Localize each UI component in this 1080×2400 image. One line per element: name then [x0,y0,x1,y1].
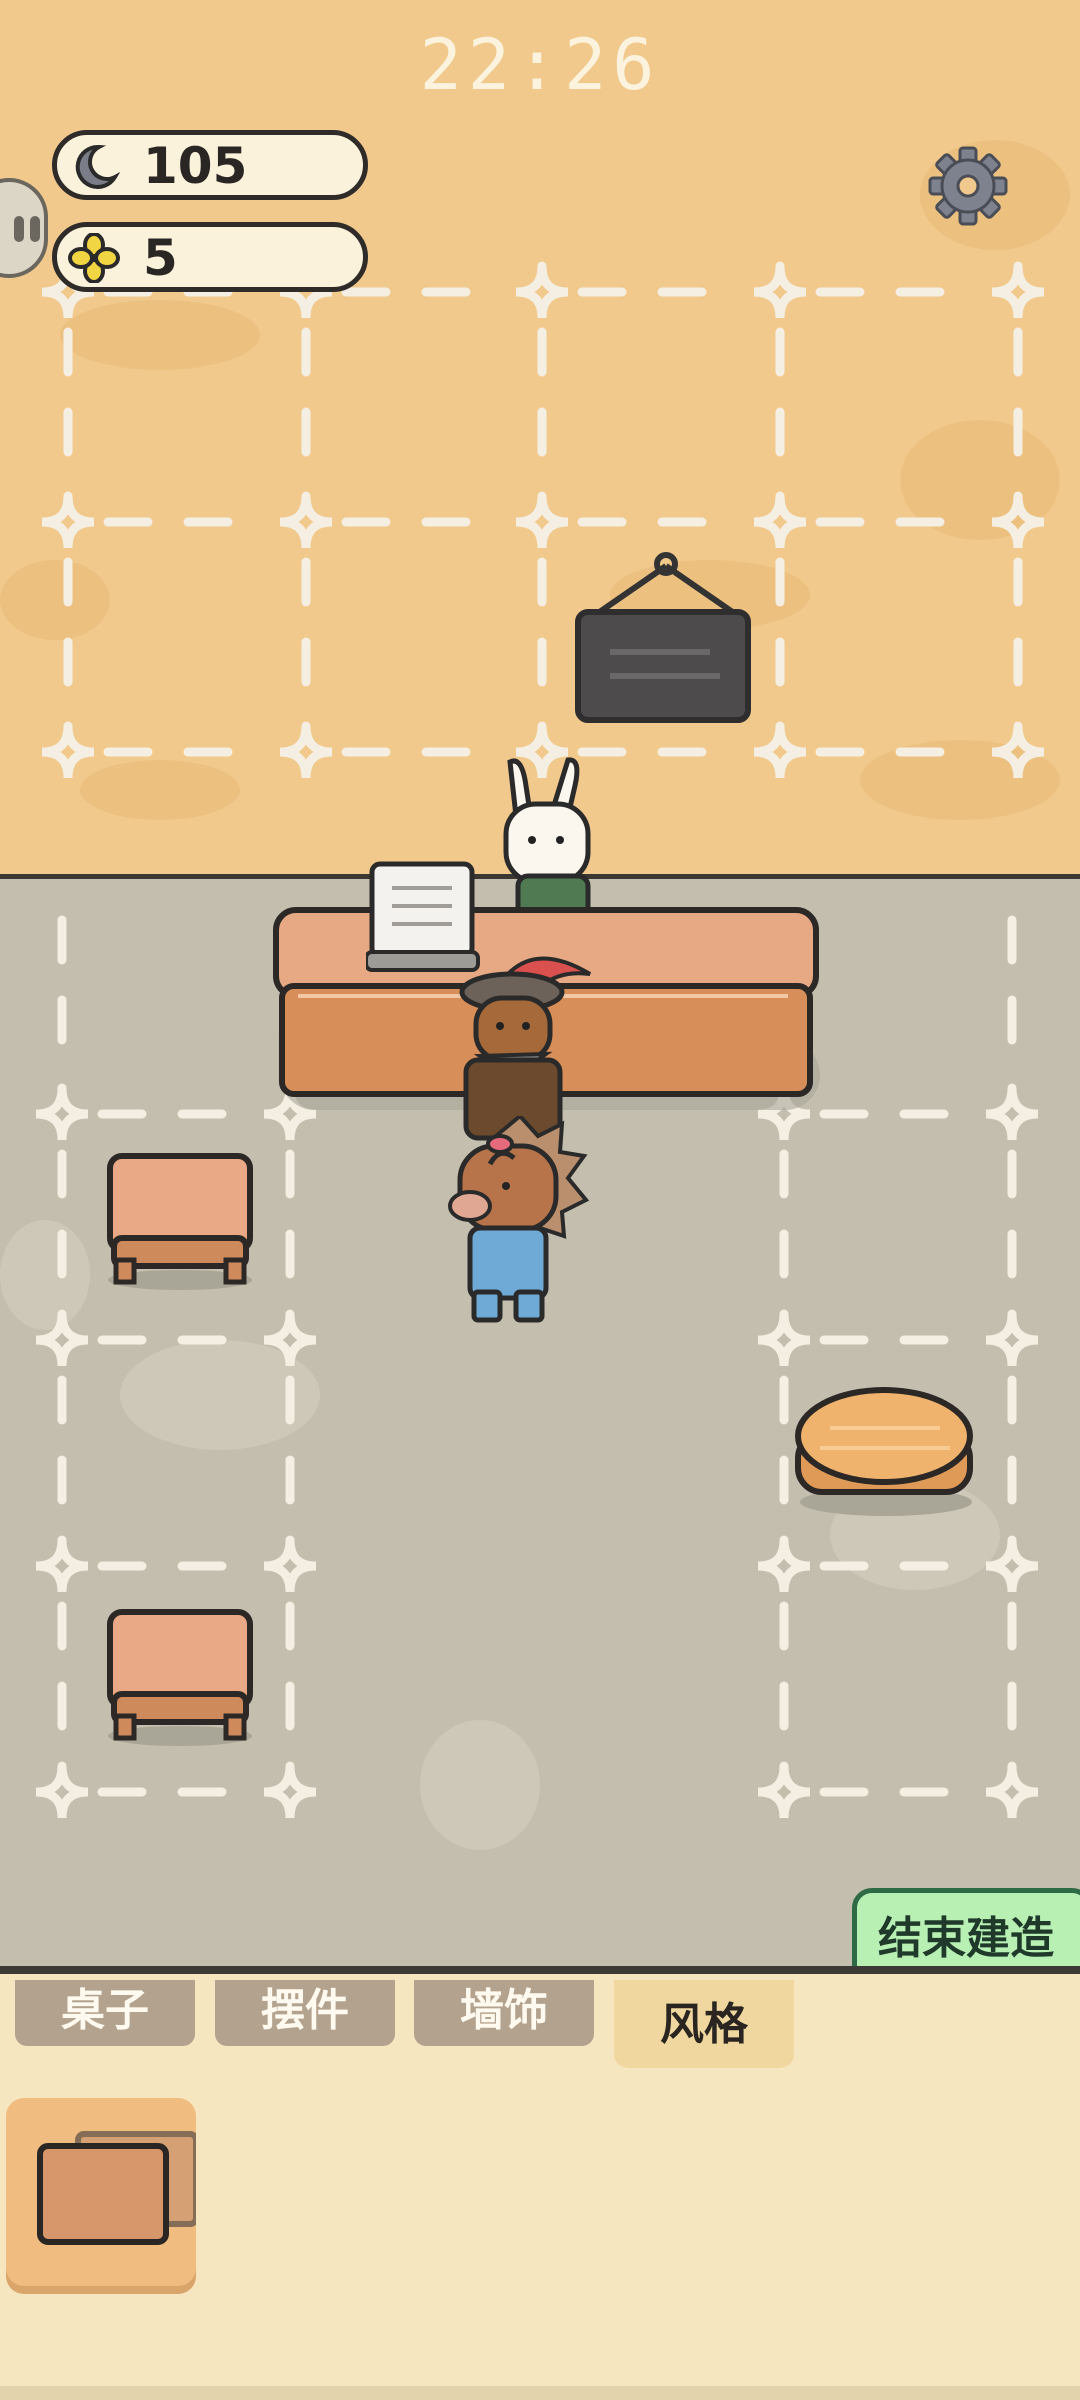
tab-ornaments[interactable]: 摆件 [215,1980,395,2046]
bottom-edge [0,2386,1080,2400]
wall-texture [60,300,260,370]
clock-time: 22:26 [419,24,661,106]
wall-texture [80,760,240,820]
gear-icon[interactable] [926,144,1010,228]
clover-count: 5 [143,229,178,287]
style-item-card[interactable] [6,2098,199,2286]
floor-texture [0,1220,90,1330]
floor-texture [120,1340,320,1450]
moon-currency: 105 [52,130,368,200]
round-table[interactable] [790,1384,980,1520]
clover-icon [68,233,120,283]
moon-count: 105 [143,137,248,195]
wall-texture [0,560,110,640]
boar-customer[interactable] [440,1116,600,1330]
wall-texture [900,420,1060,540]
clover-currency: 5 [52,222,368,292]
table-left-upper[interactable] [100,1152,260,1292]
tab-tables[interactable]: 桌子 [15,1980,195,2046]
floor-style-icon [37,2131,199,2245]
build-panel-border [0,1966,1080,1974]
moon-icon [75,144,121,189]
tab-wall-decor[interactable]: 墙饰 [414,1980,594,2046]
table-left-lower[interactable] [100,1608,260,1748]
wall-signboard[interactable] [570,552,754,724]
tab-style[interactable]: 风格 [614,1980,794,2068]
floor-texture [420,1720,540,1850]
wall-texture [860,740,1060,820]
